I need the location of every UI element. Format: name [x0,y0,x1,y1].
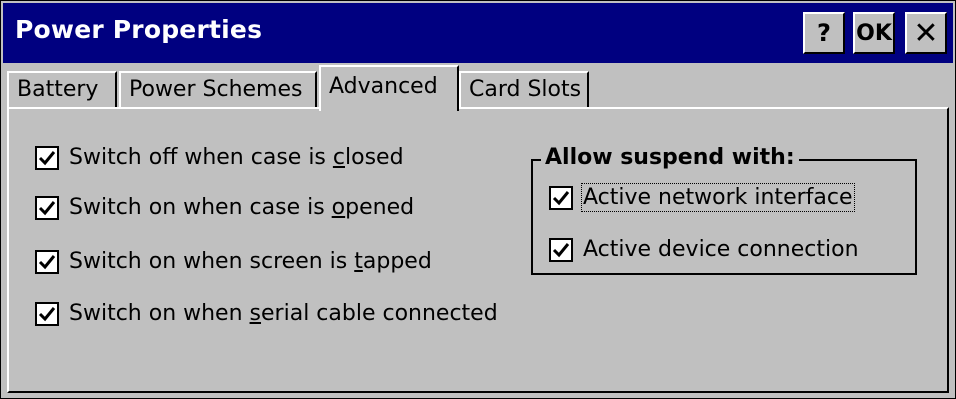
checkbox[interactable] [549,185,573,210]
tab-card-slots[interactable]: Card Slots [459,71,589,109]
checkbox[interactable] [35,195,59,220]
checkbox[interactable] [35,301,59,326]
checkmark-icon [552,242,570,257]
option-switch-on-serial-cable[interactable]: Switch on when serial cable connected [35,301,498,326]
help-icon: ? [817,19,831,47]
checkmark-icon [552,190,570,205]
option-switch-off-case-closed[interactable]: Switch off when case is closed [35,145,404,170]
option-label: Active network interface [581,183,855,212]
option-label: Switch off when case is closed [69,145,404,170]
tab-strip: Battery Power Schemes Advanced Card Slot… [7,65,947,111]
option-label: Switch on when serial cable connected [69,301,498,326]
close-icon: ✕ [913,15,939,51]
ok-button-label: OK [856,20,892,46]
option-active-network-interface[interactable]: Active network interface [549,183,855,212]
tab-battery[interactable]: Battery [7,71,117,109]
option-label: Switch on when case is opened [69,195,415,220]
tab-advanced[interactable]: Advanced [319,65,459,111]
allow-suspend-group: Allow suspend with: Active network inter… [531,145,917,275]
title-bar: Power Properties ? OK ✕ [3,3,953,63]
close-button[interactable]: ✕ [905,12,947,54]
checkmark-icon [38,254,56,269]
option-switch-on-screen-tapped[interactable]: Switch on when screen is tapped [35,249,432,274]
checkbox[interactable] [549,237,573,262]
group-title: Allow suspend with: [541,145,799,170]
checkbox[interactable] [35,145,59,170]
option-label: Switch on when screen is tapped [69,249,432,274]
help-button[interactable]: ? [803,12,845,54]
ok-button[interactable]: OK [853,12,895,54]
option-switch-on-case-opened[interactable]: Switch on when case is opened [35,195,414,220]
power-properties-window: Power Properties ? OK ✕ Battery Power Sc… [0,0,956,399]
window-title: Power Properties [15,15,263,44]
checkmark-icon [38,200,56,215]
checkmark-icon [38,150,56,165]
checkbox[interactable] [35,249,59,274]
checkmark-icon [38,306,56,321]
tab-power-schemes[interactable]: Power Schemes [119,71,317,109]
advanced-panel: Switch off when case is closed Switch on… [7,107,949,393]
option-active-device-connection[interactable]: Active device connection [549,237,859,262]
option-label: Active device connection [583,237,859,262]
